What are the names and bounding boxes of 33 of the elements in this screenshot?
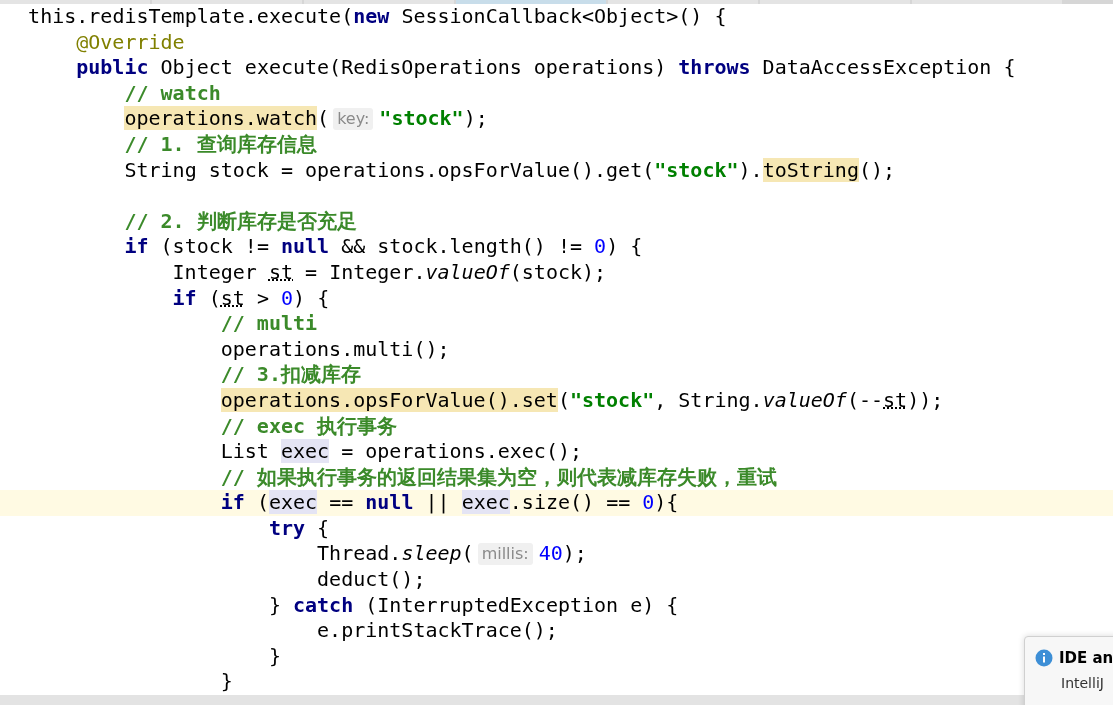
code-text: public Object execute(RedisOperations operations) throws DataAccessException { — [75, 55, 1016, 81]
info-icon — [1035, 649, 1053, 667]
code-text: operations.multi(); — [219, 336, 450, 363]
code-text: try { — [267, 515, 330, 542]
code-text: } — [267, 643, 281, 670]
code-text: // 如果执行事务的返回结果集为空，则代表减库存失败，重试 — [219, 464, 777, 491]
code-text: } — [219, 669, 233, 696]
code-text: // 3.扣减库存 — [219, 362, 361, 388]
editor-tab[interactable] — [456, 0, 606, 4]
code-text: // watch — [123, 80, 221, 107]
code-text: // multi — [219, 311, 318, 337]
code-text: if (stock != null && stock.length() != 0) { — [123, 234, 643, 260]
code-text: List exec = operations.exec(); — [219, 439, 582, 465]
code-text: deduct(); — [316, 567, 426, 593]
code-text: // 1. 查询库存信息 — [123, 131, 317, 158]
code-text: } catch (InterruptedException e) { — [267, 592, 679, 619]
notification-text: IntelliJ — [1060, 675, 1105, 691]
code-text: if (st > 0) { — [171, 285, 330, 312]
code-text: Thread.sleep( — [316, 541, 474, 568]
parameter-hint: millis: — [477, 543, 533, 566]
code-text: Integer st = Integer.valueOf(stock); — [171, 259, 607, 286]
code-text: 40); — [538, 541, 587, 568]
code-text: String stock = operations.opsForValue().get("stock").toString(); — [123, 157, 896, 184]
code-text: operations.opsForValue().set("stock", String.valueOf(--st)); — [219, 387, 944, 414]
code-text: // 2. 判断库存是否充足 — [123, 208, 357, 235]
notification-title: IDE an — [1059, 649, 1113, 667]
code-text: "stock"); — [379, 106, 488, 132]
code-text: e.printStackTrace(); — [316, 618, 558, 644]
code-text: @Override — [75, 29, 185, 56]
parameter-hint: key: — [333, 108, 374, 131]
code-text: // exec 执行事务 — [219, 413, 398, 440]
code-text: this.redisTemplate.execute(new SessionCallback<Object>() { — [27, 4, 727, 30]
code-text: if (exec == null || exec.size() == 0){ — [219, 490, 679, 516]
